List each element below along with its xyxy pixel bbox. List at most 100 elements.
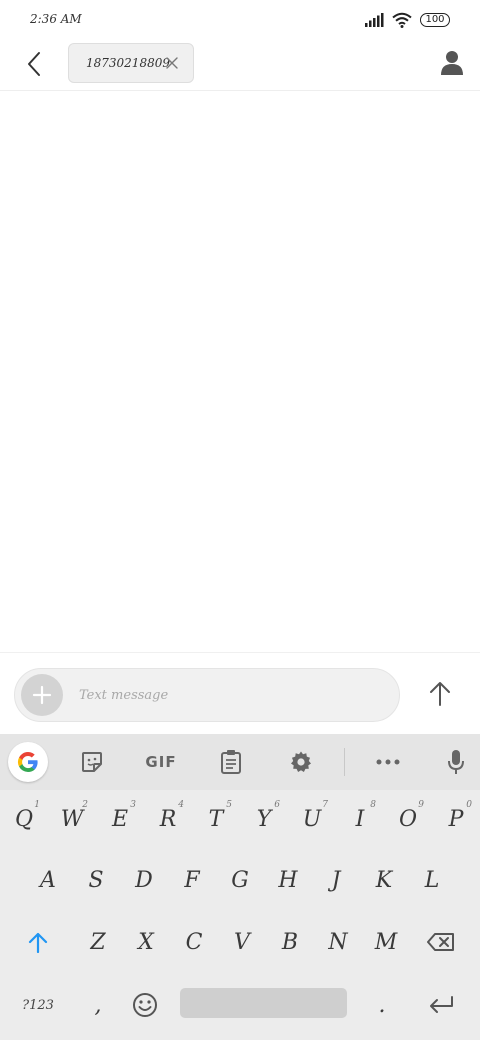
more-button[interactable] [368,742,408,782]
key-c[interactable]: C [170,917,218,967]
period-label: . [378,992,386,1018]
key-e[interactable]: E3 [96,794,144,844]
key-label: I [355,806,365,832]
microphone-icon [448,750,464,774]
signal-icon [365,13,384,27]
sticker-icon [82,752,102,772]
key-o[interactable]: O9 [384,794,432,844]
backspace-icon [427,933,454,951]
person-icon[interactable] [440,50,464,76]
key-label: D [135,867,153,893]
enter-key[interactable] [416,980,466,1030]
backspace-key[interactable] [416,917,466,967]
keyboard-row-4: ?123 , . [0,980,480,1030]
conversation-area [0,92,480,652]
google-icon [17,752,38,772]
compose-field [14,668,400,722]
key-label: T [208,806,224,832]
keyboard-toolbar: GIF [0,734,480,790]
recipient-chip[interactable]: 18730218809 [68,43,194,83]
period-key[interactable]: . [358,980,406,1030]
voice-button[interactable] [436,742,476,782]
key-label: C [185,929,203,955]
key-hint: 9 [418,800,424,810]
key-h[interactable]: H [264,855,312,905]
toolbar-divider [344,748,345,776]
conversation-header: 18730218809 [0,40,480,91]
key-p[interactable]: P0 [432,794,480,844]
arrow-up-icon [28,932,48,953]
clipboard-icon [221,750,241,774]
key-n[interactable]: N [314,917,362,967]
key-v[interactable]: V [218,917,266,967]
key-q[interactable]: Q1 [0,794,48,844]
symbols-key[interactable]: ?123 [12,980,64,1030]
keyboard-row-2: AS D F G H JKL [0,855,480,905]
key-f[interactable]: F [168,855,216,905]
key-label: M [374,929,398,955]
key-i[interactable]: I8 [336,794,384,844]
key-w[interactable]: W2 [48,794,96,844]
emoji-key[interactable] [122,980,168,1030]
key-hint: 6 [274,800,280,810]
key-label: N [328,929,348,955]
key-label: V [234,929,250,955]
back-button[interactable] [20,50,48,78]
key-t[interactable]: T5 [192,794,240,844]
clipboard-button[interactable] [211,742,251,782]
key-l[interactable]: L [408,855,456,905]
chevron-left-icon [28,52,40,76]
google-button[interactable] [8,742,48,782]
key-hint: 5 [226,800,232,810]
status-icons: 100 [364,12,450,28]
keyboard: G I F Q 1 W 2 E 3 R 4 T 5 Y 6 U 7 I 8 O 9 … [0,734,480,1040]
attach-button[interactable] [21,674,63,716]
key-label: L [424,867,440,893]
key-r[interactable]: R4 [144,794,192,844]
status-bar: 2:36 AM 100 [0,0,480,40]
keyboard-row-3: Z X C V B NM [0,917,480,967]
key-label: U [302,806,322,832]
key-j[interactable]: J [312,855,360,905]
key-m[interactable]: M [362,917,410,967]
key-a[interactable]: A [24,855,72,905]
key-label: G [231,867,249,893]
more-horizontal-icon [376,759,400,765]
key-y[interactable]: Y6 [240,794,288,844]
key-label: F [184,867,200,893]
key-d[interactable]: D [120,855,168,905]
settings-button[interactable] [281,742,321,782]
key-label: R [159,806,177,832]
key-b[interactable]: B [266,917,314,967]
gear-icon [291,751,311,772]
symbols-label: ?123 [22,997,54,1013]
comma-key[interactable]: , [74,980,122,1030]
battery-indicator: 100 [420,13,450,27]
spacebar[interactable] [180,988,347,1018]
key-label: X [138,929,154,955]
key-z[interactable]: Z [74,917,122,967]
message-input[interactable] [79,684,379,706]
wifi-icon [392,12,412,28]
key-label: H [278,867,298,893]
status-time: 2:36 AM [30,12,82,26]
gif-button[interactable]: GIF [136,742,186,782]
key-u[interactable]: U7 [288,794,336,844]
key-label: Y [256,806,272,832]
key-label: S [88,867,104,893]
key-k[interactable]: K [360,855,408,905]
close-icon[interactable] [165,56,179,70]
key-label: J [331,867,341,893]
arrow-up-icon[interactable] [426,679,454,707]
key-s[interactable]: S [72,855,120,905]
emoji-icon [133,993,157,1017]
key-label: Q [14,806,34,832]
plus-icon [32,685,52,705]
key-g[interactable]: G [216,855,264,905]
key-x[interactable]: X [122,917,170,967]
shift-key[interactable] [14,917,62,967]
key-label: W [60,806,84,832]
key-label: E [111,806,129,832]
key-hint: 1 [34,800,40,810]
sticker-button[interactable] [72,742,112,782]
